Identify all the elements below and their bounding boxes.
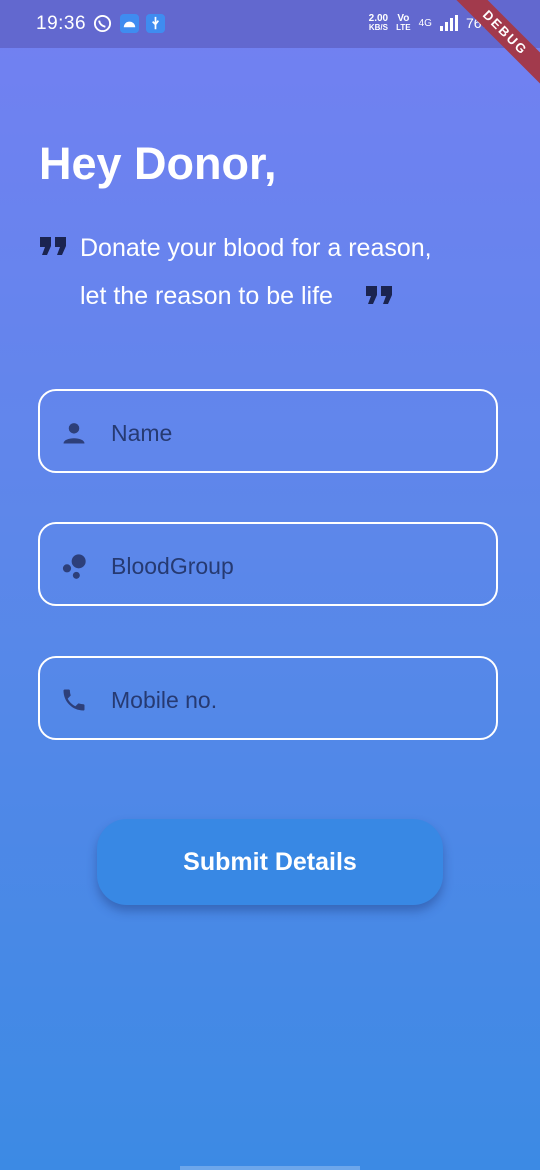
usb-icon: [146, 14, 165, 33]
volte-indicator: Vo LTE: [396, 13, 411, 33]
page-title: Hey Donor,: [39, 138, 277, 189]
quote-line-2: let the reason to be life: [80, 282, 333, 310]
format-quote-icon: [40, 237, 66, 255]
person-icon: [63, 423, 85, 444]
name-field[interactable]: Name: [38, 389, 498, 473]
format-quote-icon: [366, 286, 392, 304]
network-speed: 2.00 KB/S: [368, 13, 389, 33]
network-type: 4G: [418, 17, 432, 29]
quote-line-1: Donate your blood for a reason,: [80, 234, 432, 262]
home-indicator: [180, 1166, 360, 1170]
blood-group-placeholder: BloodGroup: [111, 553, 234, 579]
blood-group-field[interactable]: BloodGroup: [38, 522, 498, 606]
bubble-chart-icon: [62, 554, 86, 579]
signal-icon: [439, 15, 458, 31]
status-time: 19:36: [36, 13, 87, 34]
name-placeholder: Name: [111, 420, 173, 446]
mobile-placeholder: Mobile no.: [111, 687, 218, 713]
submit-details-button[interactable]: Submit Details: [97, 819, 443, 905]
phone-icon: [63, 689, 85, 711]
status-bar: 19:36 2.00KB/S VoLTE 4G 76%: [0, 0, 540, 48]
whatsapp-icon: [93, 14, 112, 33]
android-icon: [120, 14, 139, 33]
mobile-field[interactable]: Mobile no.: [38, 656, 498, 740]
